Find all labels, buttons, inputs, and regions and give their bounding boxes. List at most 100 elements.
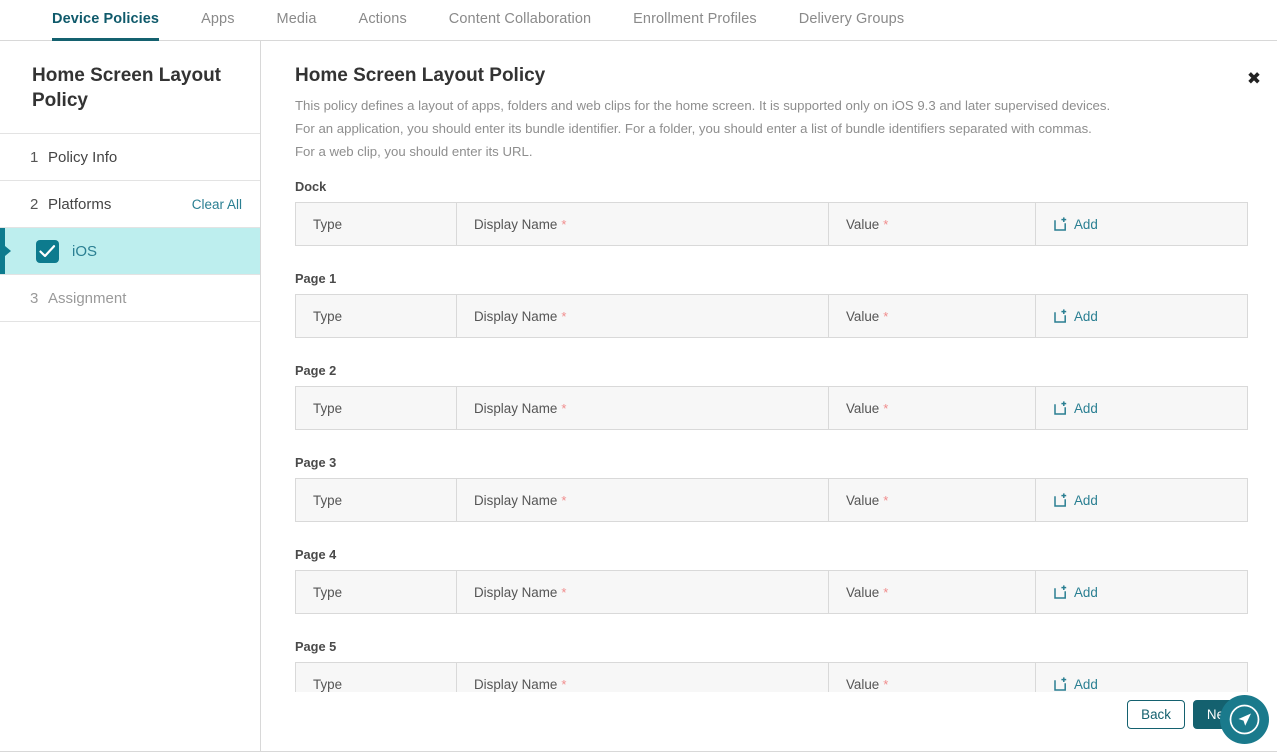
section-label: Page 2 xyxy=(295,363,337,378)
add-row-button-label: Add xyxy=(1074,676,1098,692)
required-marker: * xyxy=(561,492,567,508)
column-header-type: Type xyxy=(296,387,457,429)
column-header-display-name: Display Name * xyxy=(457,203,829,245)
add-document-icon xyxy=(1053,492,1068,508)
column-header-value-label: Value xyxy=(846,216,880,232)
page-description: This policy defines a layout of apps, fo… xyxy=(261,87,1277,163)
layout-table: Type Display Name * Value * Add xyxy=(295,570,1248,614)
main-panel: ✖ Home Screen Layout Policy This policy … xyxy=(261,41,1277,752)
section-label: Page 1 xyxy=(295,271,337,286)
tab-list: Device Policies Apps Media Actions Content C… xyxy=(0,0,1277,41)
add-document-icon xyxy=(1053,676,1068,692)
add-row-button-label: Add xyxy=(1074,400,1098,416)
tab-apps[interactable]: Apps xyxy=(201,0,234,41)
tab-device-policies[interactable]: Device Policies xyxy=(52,0,160,41)
required-marker: * xyxy=(883,584,889,600)
column-header-type: Type xyxy=(296,295,457,337)
sidebar-item-label-ios: iOS xyxy=(72,242,98,260)
required-marker: * xyxy=(883,676,889,692)
add-row-button[interactable]: Add xyxy=(1036,295,1247,337)
selected-indicator-arrow-icon xyxy=(5,246,11,256)
add-row-button[interactable]: Add xyxy=(1036,571,1247,613)
tab-delivery-groups[interactable]: Delivery Groups xyxy=(799,0,904,41)
column-header-value: Value * xyxy=(829,479,1036,521)
sidebar-item-policy-info[interactable]: 1 Policy Info xyxy=(0,134,260,181)
column-header-display-name: Display Name * xyxy=(457,571,829,613)
column-header-display-name-label: Display Name xyxy=(474,400,558,416)
sidebar-item-assignment[interactable]: 3 Assignment xyxy=(0,275,260,322)
required-marker: * xyxy=(883,400,889,416)
required-marker: * xyxy=(561,676,567,692)
column-header-type: Type xyxy=(296,203,457,245)
section-label: Dock xyxy=(295,179,327,194)
section-label: Page 5 xyxy=(295,639,337,654)
step-number-1: 1 xyxy=(30,148,39,166)
add-row-button-label: Add xyxy=(1074,216,1098,232)
check-icon xyxy=(39,244,56,257)
column-header-type-label: Type xyxy=(313,492,343,508)
column-header-display-name: Display Name * xyxy=(457,479,829,521)
column-header-value-label: Value xyxy=(846,308,880,324)
layout-table: Type Display Name * Value * Add xyxy=(295,202,1248,246)
sidebar-item-label-assignment: Assignment xyxy=(48,289,127,307)
column-header-value: Value * xyxy=(829,571,1036,613)
layout-table: Type Display Name * Value * Add xyxy=(295,478,1248,522)
required-marker: * xyxy=(561,584,567,600)
add-row-button[interactable]: Add xyxy=(1036,479,1247,521)
column-header-display-name-label: Display Name xyxy=(474,216,558,232)
step-number-2: 2 xyxy=(30,195,39,213)
tab-enrollment-profiles[interactable]: Enrollment Profiles xyxy=(633,0,757,41)
tab-content-collaboration[interactable]: Content Collaboration xyxy=(449,0,591,41)
section-label: Page 4 xyxy=(295,547,337,562)
required-marker: * xyxy=(883,216,889,232)
add-document-icon xyxy=(1053,308,1068,324)
column-header-display-name: Display Name * xyxy=(457,387,829,429)
wizard-footer: Back Next > xyxy=(261,692,1277,752)
required-marker: * xyxy=(883,492,889,508)
column-header-display-name-label: Display Name xyxy=(474,584,558,600)
sidebar-item-label-policy-info: Policy Info xyxy=(48,148,118,166)
description-line-3: For a web clip, you should enter its URL… xyxy=(295,144,533,159)
column-header-type-label: Type xyxy=(313,216,343,232)
required-marker: * xyxy=(883,308,889,324)
required-marker: * xyxy=(561,308,567,324)
section-label: Page 3 xyxy=(295,455,337,470)
ios-checkbox[interactable] xyxy=(36,239,59,263)
add-row-button-label: Add xyxy=(1074,492,1098,508)
close-icon[interactable]: ✖ xyxy=(1243,68,1265,90)
sidebar-item-ios[interactable]: iOS xyxy=(0,228,260,275)
column-header-display-name-label: Display Name xyxy=(474,308,558,324)
column-header-value-label: Value xyxy=(846,492,880,508)
column-header-type: Type xyxy=(296,479,457,521)
clear-all-link[interactable]: Clear All xyxy=(192,197,242,212)
wizard-sidebar: Home Screen Layout Policy 1 Policy Info … xyxy=(0,41,261,752)
column-header-type: Type xyxy=(296,571,457,613)
layout-table: Type Display Name * Value * Add xyxy=(295,294,1248,338)
add-row-button[interactable]: Add xyxy=(1036,387,1247,429)
tab-media[interactable]: Media xyxy=(277,0,317,41)
tab-actions[interactable]: Actions xyxy=(359,0,407,41)
column-header-display-name-label: Display Name xyxy=(474,492,558,508)
description-line-2: For an application, you should enter its… xyxy=(295,121,1092,136)
required-marker: * xyxy=(561,400,567,416)
description-line-1: This policy defines a layout of apps, fo… xyxy=(295,98,1111,113)
column-header-value: Value * xyxy=(829,387,1036,429)
column-header-value-label: Value xyxy=(846,400,880,416)
add-document-icon xyxy=(1053,216,1068,232)
column-header-display-name: Display Name * xyxy=(457,295,829,337)
back-button[interactable]: Back xyxy=(1127,700,1185,729)
top-tab-bar: Device Policies Apps Media Actions Content C… xyxy=(0,0,1277,41)
sidebar-item-platforms[interactable]: 2 Platforms Clear All xyxy=(0,181,260,228)
add-document-icon xyxy=(1053,400,1068,416)
add-row-button[interactable]: Add xyxy=(1036,203,1247,245)
column-header-value-label: Value xyxy=(846,584,880,600)
page-title: Home Screen Layout Policy xyxy=(295,65,546,86)
column-header-value: Value * xyxy=(829,295,1036,337)
column-header-display-name-label: Display Name xyxy=(474,676,558,692)
column-header-type-label: Type xyxy=(313,308,343,324)
sections-container: Dock Type Display Name * Value * Add Page 1 Type… xyxy=(261,163,1277,706)
help-fab-button[interactable] xyxy=(1220,695,1269,744)
required-marker: * xyxy=(561,216,567,232)
navigation-arrow-icon xyxy=(1229,704,1260,735)
column-header-type-label: Type xyxy=(313,400,343,416)
